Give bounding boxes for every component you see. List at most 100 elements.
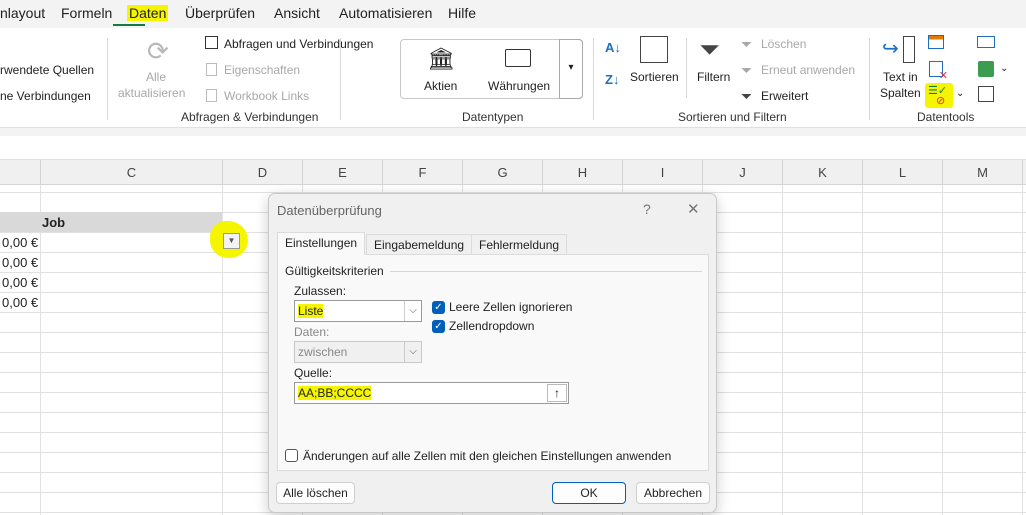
in-cell-dropdown-checkbox[interactable]: ✓ — [432, 320, 445, 333]
refresh-all-label-1[interactable]: Alle — [146, 70, 166, 84]
column-header-f[interactable]: F — [383, 160, 463, 185]
formula-bar-area[interactable] — [0, 136, 1026, 160]
data-model-icon[interactable] — [978, 61, 994, 77]
allow-select[interactable]: Liste ⌵ — [294, 300, 422, 322]
column-header-m[interactable]: M — [943, 160, 1023, 185]
queries-icon — [205, 36, 218, 49]
tab-page-layout[interactable]: nlayout — [0, 5, 45, 21]
clear-filter-button[interactable]: Löschen — [761, 37, 806, 51]
filter-icon: ⏷ — [699, 34, 720, 64]
refresh-all-label-2[interactable]: aktualisieren — [118, 86, 185, 100]
text-to-columns-icon: ↪ — [882, 38, 899, 60]
reapply-icon: ⏷ — [741, 62, 753, 78]
cancel-button[interactable]: Abbrechen — [636, 482, 710, 504]
data-validation-button[interactable]: ☰✓ ⊘ — [925, 83, 953, 108]
ribbon-tabs: nlayout Formeln Daten Überprüfen Ansicht… — [0, 0, 1026, 28]
column-header-i[interactable]: I — [623, 160, 703, 185]
sort-icon — [640, 36, 668, 63]
ignore-blank-label: Leere Zellen ignorieren — [449, 300, 573, 314]
ok-button[interactable]: OK — [552, 482, 626, 504]
column-header-l[interactable]: L — [863, 160, 943, 185]
group-label-datatools: Datentools — [917, 110, 975, 124]
column-header-e[interactable]: E — [303, 160, 383, 185]
gallery-expand-button[interactable]: ▾ — [559, 39, 583, 99]
tab-automate[interactable]: Automatisieren — [339, 5, 432, 21]
data-types-gallery: 🏛 Aktien Währungen ▾ — [400, 39, 583, 99]
refresh-all-icon: ⟳ — [147, 36, 169, 66]
tab-error-alert[interactable]: Fehlermeldung — [471, 234, 568, 255]
apply-all-checkbox[interactable] — [285, 449, 298, 462]
allow-value: Liste — [298, 304, 324, 318]
filter-button[interactable]: Filtern — [697, 70, 730, 84]
cell-value[interactable]: 0,00 € — [2, 275, 38, 290]
columns-icon — [903, 36, 915, 63]
cell-value[interactable]: 0,00 € — [2, 255, 38, 270]
remove-duplicates-icon[interactable]: ✕ — [929, 61, 948, 82]
active-tab-indicator — [113, 24, 145, 26]
column-header-k[interactable]: K — [783, 160, 863, 185]
workbook-links-icon — [206, 89, 217, 102]
text-to-columns-button-1[interactable]: Text in — [883, 70, 918, 84]
tab-view[interactable]: Ansicht — [274, 5, 320, 21]
column-header-h[interactable]: H — [543, 160, 623, 185]
stocks-button[interactable]: Aktien — [424, 79, 457, 93]
in-cell-dropdown-label: Zellendropdown — [449, 319, 535, 333]
tab-settings[interactable]: Einstellungen — [277, 232, 366, 255]
cell-value[interactable]: 0,00 € — [2, 295, 38, 310]
collapse-dialog-button[interactable]: ↑ — [547, 384, 567, 402]
data-label: Daten: — [294, 325, 330, 339]
tab-help[interactable]: Hilfe — [448, 5, 476, 21]
properties-icon — [206, 63, 217, 76]
column-header-b[interactable] — [0, 160, 41, 185]
flash-fill-icon[interactable] — [928, 35, 944, 49]
text-to-columns-button-2[interactable]: Spalten — [880, 86, 921, 100]
column-header-d[interactable]: D — [223, 160, 303, 185]
chevron-down-icon: ⌵ — [404, 342, 421, 362]
help-button[interactable]: ? — [643, 201, 651, 217]
consolidate-icon[interactable] — [977, 36, 995, 48]
existing-connections-button[interactable]: ne Verbindungen — [0, 89, 91, 103]
group-label-datatypes: Datentypen — [462, 110, 524, 124]
data-model-dropdown-icon[interactable]: ⌄ — [1000, 63, 1008, 74]
clear-filter-icon: ⏷ — [741, 36, 753, 52]
clear-all-button[interactable]: Alle löschen — [276, 482, 355, 504]
tab-formulas[interactable]: Formeln — [61, 5, 112, 21]
recent-sources-button[interactable]: rwendete Quellen — [0, 63, 94, 77]
column-header-g[interactable]: G — [463, 160, 543, 185]
group-label-sort: Sortieren und Filtern — [678, 110, 787, 124]
section-heading: Gültigkeitskriterien — [285, 264, 384, 278]
source-input[interactable]: AA;BB;CCCC ↑ — [294, 382, 569, 404]
stocks-icon: 🏛 — [427, 46, 455, 71]
source-label: Quelle: — [294, 366, 333, 380]
table-header-job[interactable]: Job — [42, 215, 65, 230]
advanced-filter-button[interactable]: Erweitert — [761, 89, 808, 103]
data-validation-dropdown-icon[interactable]: ⌄ — [956, 88, 964, 99]
data-validation-dialog: Datenüberprüfung ? ✕ Einstellungen Einga… — [268, 193, 717, 513]
sort-za-icon[interactable]: Z↓ — [605, 72, 619, 87]
relationships-icon[interactable] — [978, 86, 994, 102]
tab-review[interactable]: Überprüfen — [185, 5, 255, 21]
queries-connections-button[interactable]: Abfragen und Verbindungen — [224, 37, 373, 51]
cell-value[interactable]: 0,00 € — [2, 235, 38, 250]
sort-button[interactable]: Sortieren — [630, 70, 679, 84]
currencies-icon — [505, 49, 531, 67]
cell-dropdown-button[interactable]: ▼ — [223, 233, 240, 249]
ribbon: rwendete Quellen ne Verbindungen ⟳ Alle … — [0, 28, 1026, 128]
table-header-row — [0, 212, 222, 232]
group-label-queries: Abfragen & Verbindungen — [181, 110, 319, 124]
data-value: zwischen — [298, 345, 348, 359]
workbook-links-button[interactable]: Workbook Links — [224, 89, 309, 103]
properties-button[interactable]: Eigenschaften — [224, 63, 300, 77]
column-header-j[interactable]: J — [703, 160, 783, 185]
column-headers: C D E F G H I J K L M — [0, 160, 1026, 185]
reapply-button[interactable]: Erneut anwenden — [761, 63, 855, 77]
tab-data[interactable]: Daten — [127, 5, 169, 21]
currencies-button[interactable]: Währungen — [488, 79, 550, 93]
column-header-c[interactable]: C — [41, 160, 223, 185]
tab-input-message[interactable]: Eingabemeldung — [366, 234, 473, 255]
chevron-down-icon: ⌵ — [404, 301, 421, 321]
allow-label: Zulassen: — [294, 284, 347, 298]
close-button[interactable]: ✕ — [687, 200, 700, 218]
ignore-blank-checkbox[interactable]: ✓ — [432, 301, 445, 314]
sort-az-icon[interactable]: A↓ — [605, 40, 621, 55]
